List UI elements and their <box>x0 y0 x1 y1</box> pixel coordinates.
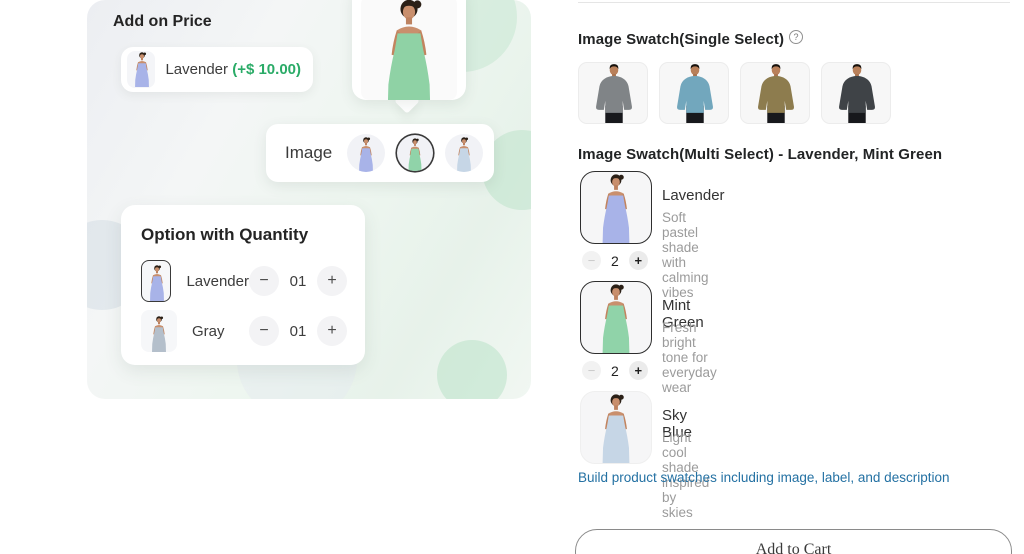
image-selector-card: Image <box>266 124 494 182</box>
gray-thumb <box>141 310 177 352</box>
promo-illustration: Add on Price Lavender (+$ 10.00) Image O… <box>87 0 531 399</box>
swatch-circle-mint-green-selected <box>397 135 434 171</box>
plus-button: + <box>317 316 347 346</box>
swatch-charcoal-sweater[interactable] <box>821 62 891 124</box>
product-options-panel: Image Swatch(Single Select)? Image Swatc… <box>575 0 1012 554</box>
section-divider <box>578 2 1010 3</box>
decor-bubble <box>437 340 507 399</box>
quantity-row-label: Gray <box>192 322 225 340</box>
build-swatches-link[interactable]: Build product swatches including image, … <box>578 470 949 485</box>
price-chip-price: (+$ 10.00) <box>232 61 301 78</box>
quantity-value: 2 <box>611 362 619 379</box>
image-selector-label: Image <box>285 143 333 162</box>
multi-select-title: Image Swatch(Multi Select) - Lavender, M… <box>578 146 943 163</box>
single-select-swatches <box>578 62 891 124</box>
add-on-price-heading: Add on Price <box>113 13 212 30</box>
quantity-value: 01 <box>289 322 307 340</box>
model-photo <box>361 0 457 100</box>
quantity-stepper: − 01 + <box>249 316 347 346</box>
add-to-cart-button[interactable]: Add to Cart <box>575 529 1012 554</box>
help-icon[interactable]: ? <box>789 30 804 44</box>
minus-button: − <box>249 316 279 346</box>
lavender-dress-thumb <box>127 51 156 88</box>
plus-button[interactable]: + <box>628 251 648 270</box>
single-select-title: Image Swatch(Single Select)? <box>578 30 804 48</box>
swatch-sky-blue-dress[interactable] <box>580 391 652 464</box>
model-photo-card <box>352 0 466 100</box>
swatch-circle-lavender <box>347 134 386 172</box>
quantity-stepper: − 01 + <box>249 266 347 296</box>
swatch-description: Fresh bright tone for everyday wear <box>662 320 717 395</box>
price-chip: Lavender (+$ 10.00) <box>121 47 313 92</box>
swatch-description: Soft pastel shade with calming vibes <box>662 210 709 300</box>
minus-button[interactable]: − <box>582 361 601 380</box>
minus-button[interactable]: − <box>582 251 601 270</box>
option-with-quantity-card: Option with Quantity Lavender − 01 + Gra… <box>121 205 365 365</box>
plus-button[interactable]: + <box>628 361 648 380</box>
lavender-quantity-stepper: − 2 + <box>582 251 648 270</box>
minus-button: − <box>249 266 279 296</box>
swatch-circle-sky-blue <box>445 134 484 172</box>
option-with-quantity-title: Option with Quantity <box>141 225 309 244</box>
swatch-lavender-dress[interactable] <box>580 171 652 244</box>
swatch-blue-sweater[interactable] <box>659 62 729 124</box>
price-chip-label: Lavender (+$ 10.00) <box>165 61 301 78</box>
swatch-label: Lavender <box>662 187 725 204</box>
plus-button: + <box>317 266 347 296</box>
swatch-olive-sweater[interactable] <box>740 62 810 124</box>
swatch-gray-sweater[interactable] <box>578 62 648 124</box>
quantity-row-gray: Gray − 01 + <box>141 309 347 353</box>
quantity-row-lavender: Lavender − 01 + <box>141 259 347 303</box>
quantity-value: 01 <box>289 272 307 290</box>
lavender-thumb <box>141 260 172 302</box>
mint-green-quantity-stepper: − 2 + <box>582 361 648 380</box>
quantity-value: 2 <box>611 252 619 269</box>
swatch-mint-green-dress[interactable] <box>580 281 652 354</box>
quantity-row-label: Lavender <box>186 272 249 290</box>
